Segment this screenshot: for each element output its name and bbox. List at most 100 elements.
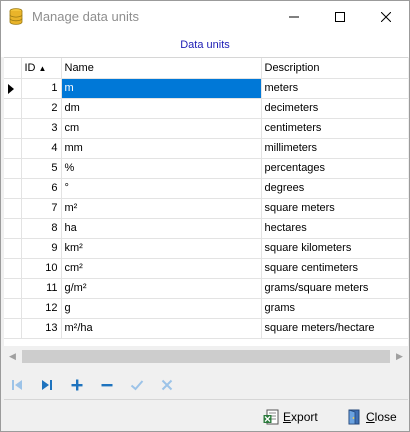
table-row[interactable]: 11 g/m² grams/square meters [4,278,408,299]
cell-name[interactable]: cm² [61,258,262,279]
cell-name[interactable]: dm [61,98,262,119]
cell-name[interactable]: cm [61,118,262,139]
table-row[interactable]: 13 m²/ha square meters/hectare [4,318,408,339]
table-row[interactable]: 5% percentages [4,158,408,179]
table-row[interactable]: 1 m meters [4,78,408,99]
table-row[interactable]: 4 mm millimeters [4,138,408,159]
scrollbar-thumb[interactable] [22,350,390,363]
column-header-description[interactable]: Description [261,58,408,79]
column-header-name[interactable]: Name [61,58,262,79]
row-indicator[interactable] [4,318,22,339]
cell-description[interactable]: square centimeters [261,258,408,279]
scroll-left-button[interactable]: ◀ [4,348,21,365]
table-row[interactable]: 8 ha hectares [4,218,408,239]
row-indicator[interactable] [4,258,22,279]
cell-description[interactable]: degrees [261,178,408,199]
cell-name[interactable]: ° [61,178,262,199]
cell-description[interactable]: meters [261,78,408,99]
cell-name[interactable]: mm [61,138,262,159]
minimize-icon [289,16,299,17]
table-row[interactable]: 9 km² square kilometers [4,238,408,259]
cancel-icon [161,379,173,391]
cancel-record-button[interactable] [156,373,178,397]
minimize-button[interactable] [271,1,317,32]
cell-description[interactable]: percentages [261,158,408,179]
last-record-button[interactable] [36,373,58,397]
scroll-right-button[interactable]: ▶ [391,348,408,365]
table-row[interactable]: 6 ° degrees [4,178,408,199]
cell-name[interactable]: km² [61,238,262,259]
cell-id[interactable]: 13 [21,318,62,339]
close-button[interactable]: Close [346,406,397,428]
grid-header-row: ID ▲ Name Description [4,58,408,79]
row-indicator[interactable] [4,118,22,139]
cell-id[interactable]: 11 [21,278,62,299]
cell-id[interactable]: 2 [21,98,62,119]
row-indicator[interactable] [4,178,22,199]
cell-id[interactable]: 3 [21,118,62,139]
row-indicator[interactable] [4,238,22,259]
window-title: Manage data units [32,9,139,24]
cell-description[interactable]: square meters/hectare [261,318,408,339]
cell-description[interactable]: square kilometers [261,238,408,259]
cell-description[interactable]: grams [261,298,408,319]
row-indicator[interactable] [4,78,22,99]
cell-id[interactable]: 12 [21,298,62,319]
delete-record-button[interactable] [96,373,118,397]
data-units-grid[interactable]: ID ▲ Name Description 1 m meters 2 dm decimete… [4,57,408,346]
export-icon [263,409,279,425]
cell-description[interactable]: millimeters [261,138,408,159]
cell-id[interactable]: 1 [21,78,62,99]
table-row[interactable]: 7 m² square meters [4,198,408,219]
cell-name[interactable]: m [61,78,262,99]
row-indicator[interactable] [4,98,22,119]
cell-id[interactable]: 8 [21,218,62,239]
scroll-right-icon: ▶ [396,351,403,361]
cell-name[interactable]: ha [61,218,262,239]
last-record-icon [42,380,52,390]
column-header-id[interactable]: ID ▲ [21,58,62,79]
cell-id[interactable]: 10 [21,258,62,279]
cell-description[interactable]: square meters [261,198,408,219]
cell-id[interactable]: 5 [21,158,62,179]
cell-name[interactable]: g [61,298,262,319]
cell-id[interactable]: 7 [21,198,62,219]
manage-data-units-window: Manage data units Data units ID ▲ Name D… [0,0,410,432]
table-row[interactable]: 12 g grams [4,298,408,319]
row-indicator[interactable] [4,138,22,159]
current-row-arrow-icon [8,83,14,94]
export-button[interactable]: Export [263,406,318,428]
cell-name[interactable]: m²/ha [61,318,262,339]
cell-description[interactable]: hectares [261,218,408,239]
cell-description[interactable]: centimeters [261,118,408,139]
cell-name[interactable]: m² [61,198,262,219]
sort-ascending-icon: ▲ [38,63,47,73]
row-indicator[interactable] [4,198,22,219]
horizontal-scrollbar[interactable]: ◀ ▶ [4,348,408,365]
cell-description[interactable]: grams/square meters [261,278,408,299]
cell-id[interactable]: 6 [21,178,62,199]
row-indicator[interactable] [4,298,22,319]
add-record-button[interactable] [66,373,88,397]
row-indicator[interactable] [4,218,22,239]
cell-name[interactable]: g/m² [61,278,262,299]
cell-name[interactable]: % [61,158,262,179]
maximize-button[interactable] [317,1,363,32]
first-record-button[interactable] [6,373,28,397]
scroll-left-icon: ◀ [9,351,16,361]
grid-caption: Data units [180,39,230,51]
title-bar[interactable]: Manage data units [1,1,409,32]
cell-description[interactable]: decimeters [261,98,408,119]
row-indicator[interactable] [4,158,22,179]
grid-caption-band: Data units [1,32,409,57]
row-indicator[interactable] [4,278,22,299]
delete-icon [101,384,113,387]
close-window-button[interactable] [363,1,409,32]
table-row[interactable]: 10 cm² square centimeters [4,258,408,279]
post-record-button[interactable] [126,373,148,397]
cell-id[interactable]: 4 [21,138,62,159]
table-row[interactable]: 2 dm decimeters [4,98,408,119]
cell-id[interactable]: 9 [21,238,62,259]
export-button-label: Export [283,410,318,424]
table-row[interactable]: 3 cm centimeters [4,118,408,139]
